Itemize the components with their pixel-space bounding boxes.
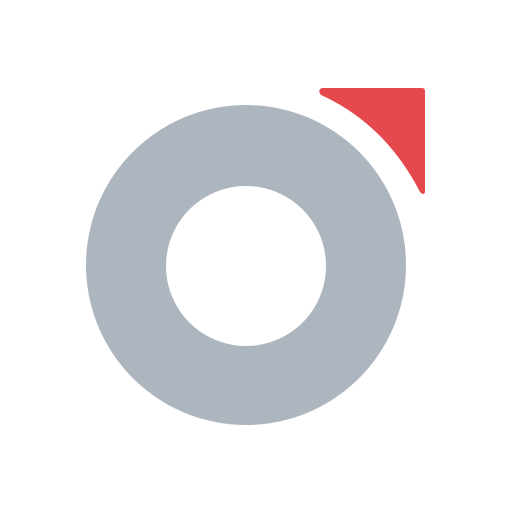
ring-shape: [85, 105, 406, 425]
app-icon-canvas: [0, 0, 512, 512]
ring-with-corner-arrow-icon: [85, 88, 425, 425]
